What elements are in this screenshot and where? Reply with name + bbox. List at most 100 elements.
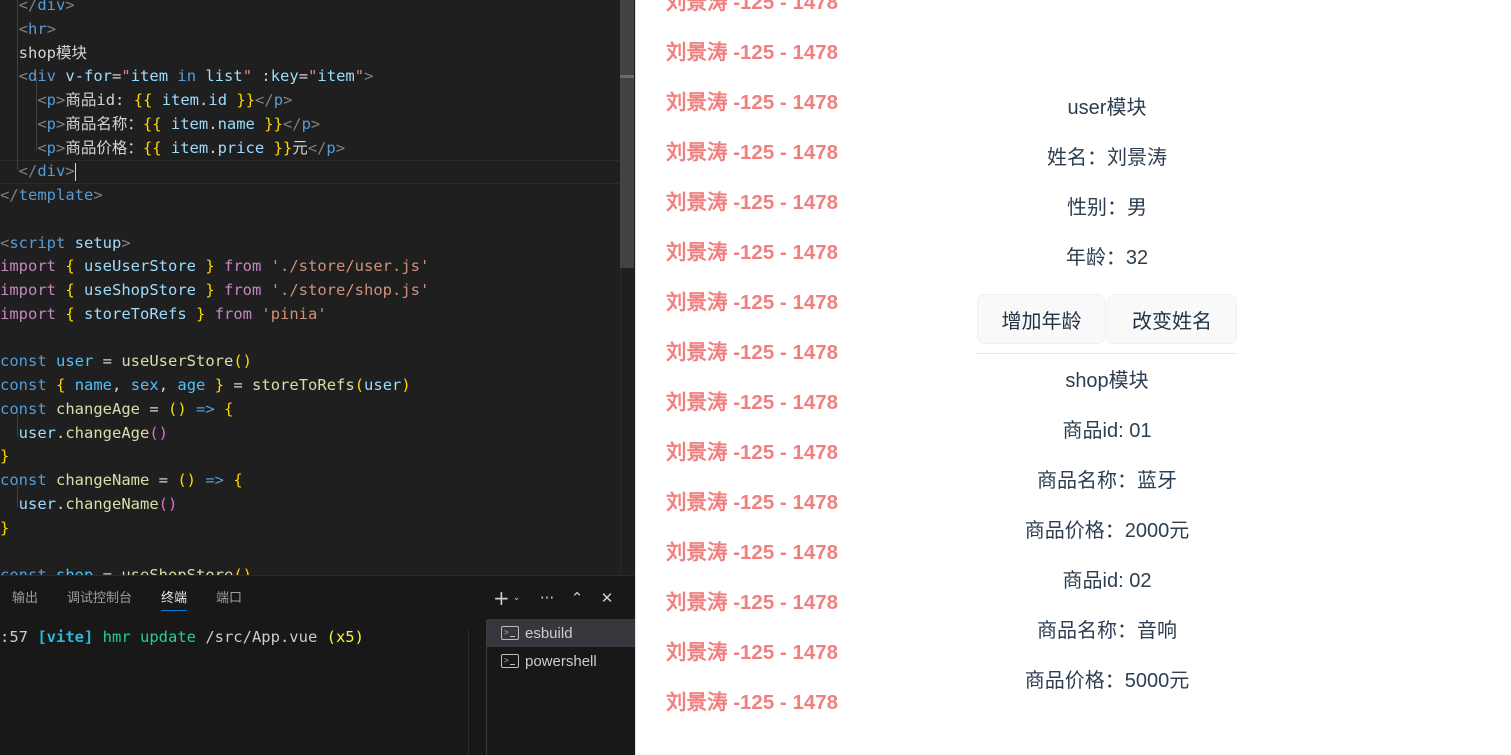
terminal-item-esbuild[interactable]: > esbuild <box>487 619 635 647</box>
code-line[interactable]: </template> <box>0 184 620 208</box>
editor-scrollbar-thumb[interactable] <box>620 0 634 268</box>
code-line[interactable]: ​ <box>0 540 620 564</box>
code-line[interactable]: import { useUserStore } from './store/us… <box>0 255 620 279</box>
tab-output[interactable]: 输出 <box>12 576 38 620</box>
code-line[interactable]: <hr> <box>0 18 620 42</box>
terminal-item-label: powershell <box>525 652 597 670</box>
maximize-panel-icon[interactable]: ⌃ <box>565 586 589 610</box>
code-editor[interactable]: </div> <hr> shop模块 <div v-for="item in l… <box>0 0 635 575</box>
code-token: = <box>149 471 178 489</box>
item-id: 商品id: 02 <box>1062 570 1152 592</box>
code-token: age <box>177 376 215 394</box>
code-token: > <box>93 186 103 204</box>
code-token: v-for <box>65 67 113 86</box>
code-token: } <box>0 518 10 537</box>
code-token: ) <box>401 376 411 394</box>
code-line[interactable]: const user = useUserStore() <box>0 350 620 374</box>
shop-module-title: shop模块 <box>1065 370 1149 392</box>
code-token: item <box>161 114 209 133</box>
code-line[interactable]: const shop = useShopStore() <box>0 564 620 575</box>
code-line[interactable]: const changeName = () => { <box>0 469 620 493</box>
code-token: < <box>37 114 47 133</box>
code-token: from <box>205 304 262 323</box>
code-token: = <box>298 67 309 86</box>
item-id: 商品id: 01 <box>1062 420 1152 442</box>
tab-debug-console[interactable]: 调试控制台 <box>67 576 132 620</box>
name-list-item: 刘景涛 -125 - 1478 <box>666 641 839 664</box>
code-token: p <box>46 138 57 157</box>
code-token: const <box>0 471 47 489</box>
code-line[interactable]: <p>商品价格：{{ item.price }}元</p> <box>0 137 620 161</box>
code-line[interactable]: import { useShopStore } from './store/sh… <box>0 279 620 303</box>
code-token: < <box>37 138 47 157</box>
code-line[interactable]: const { name, sex, age } = storeToRefs(u… <box>0 374 620 398</box>
add-age-button[interactable]: 增加年龄 <box>977 294 1106 344</box>
item-price: 商品价格：2000元 <box>1024 520 1190 542</box>
terminal-icon: > <box>501 654 519 668</box>
name-list-item: 刘景涛 -125 - 1478 <box>666 391 839 414</box>
code-line[interactable]: import { storeToRefs } from 'pinia' <box>0 303 620 327</box>
terminal-item-powershell[interactable]: > powershell <box>487 647 635 675</box>
code-token: < <box>18 19 29 38</box>
code-token: {{ <box>133 91 153 109</box>
code-line[interactable]: <script setup> <box>0 232 620 256</box>
change-name-button[interactable]: 改变姓名 <box>1107 294 1237 344</box>
close-panel-icon[interactable]: ✕ <box>595 586 619 610</box>
code-token: item <box>152 91 200 109</box>
indent-guide <box>17 483 18 507</box>
user-name: 姓名：刘景涛 <box>1047 147 1167 169</box>
code-token: './store/user.js' <box>270 257 430 276</box>
panel-actions: + ⌄ ··· ⌃ ✕ <box>493 576 619 620</box>
name-list-item: 刘景涛 -125 - 1478 <box>666 341 839 364</box>
code-token: name <box>65 376 113 394</box>
chevron-down-icon[interactable]: ⌄ <box>513 593 521 603</box>
code-line[interactable]: </div> <box>0 0 620 18</box>
tab-ports[interactable]: 端口 <box>216 576 242 620</box>
code-line[interactable]: <p>商品id: {{ item.id }}</p> <box>0 89 620 113</box>
code-token: { <box>65 304 75 323</box>
item-price: 商品价格：5000元 <box>1024 670 1190 692</box>
code-line[interactable]: ​ <box>0 208 620 232</box>
more-actions-icon[interactable]: ··· <box>535 586 559 610</box>
code-token: </ <box>307 138 327 157</box>
code-line[interactable]: ​ <box>0 327 620 351</box>
code-line[interactable]: user.changeName() <box>0 493 620 517</box>
code-line[interactable]: user.changeAge() <box>0 422 620 446</box>
name-list-item: 刘景涛 -125 - 1478 <box>666 0 839 14</box>
code-token: > <box>335 138 346 157</box>
user-module-title: user模块 <box>1067 97 1147 119</box>
code-token: './store/shop.js' <box>270 281 430 299</box>
code-line[interactable]: </div> <box>0 160 620 184</box>
terminal-item-label: esbuild <box>525 624 573 642</box>
code-lines[interactable]: </div> <hr> shop模块 <div v-for="item in l… <box>0 0 620 575</box>
code-line[interactable]: <p>商品名称：{{ item.name }}</p> <box>0 113 620 137</box>
code-token: }} <box>273 138 293 157</box>
code-token: p <box>46 91 57 109</box>
code-token: () <box>233 566 252 575</box>
text-cursor <box>74 162 76 181</box>
plus-icon: + <box>493 586 510 610</box>
code-token: {{ <box>142 114 162 133</box>
code-line[interactable]: } <box>0 517 620 541</box>
code-token: > <box>46 19 57 38</box>
code-token: }} <box>264 114 283 133</box>
code-line[interactable]: <div v-for="item in list" :key="item"> <box>0 65 620 89</box>
code-token: 'pinia' <box>261 304 327 323</box>
code-token: const <box>0 399 47 418</box>
code-line[interactable]: const changeAge = () => { <box>0 398 620 422</box>
tab-terminal[interactable]: 终端 <box>161 576 188 620</box>
code-token: 元 <box>292 138 308 157</box>
code-token: " <box>121 67 131 86</box>
code-token: " <box>242 67 253 86</box>
code-token: hr <box>28 19 47 38</box>
new-terminal-button[interactable]: + ⌄ <box>493 586 529 610</box>
terminal-text-segment: hmr update <box>93 628 206 646</box>
code-line[interactable]: shop模块 <box>0 42 620 66</box>
code-line[interactable]: } <box>0 445 620 469</box>
code-token: p <box>46 114 57 133</box>
code-token: { <box>224 399 234 418</box>
terminal-output[interactable]: :57 [vite] hmr update /src/App.vue (x5) <box>0 628 364 646</box>
